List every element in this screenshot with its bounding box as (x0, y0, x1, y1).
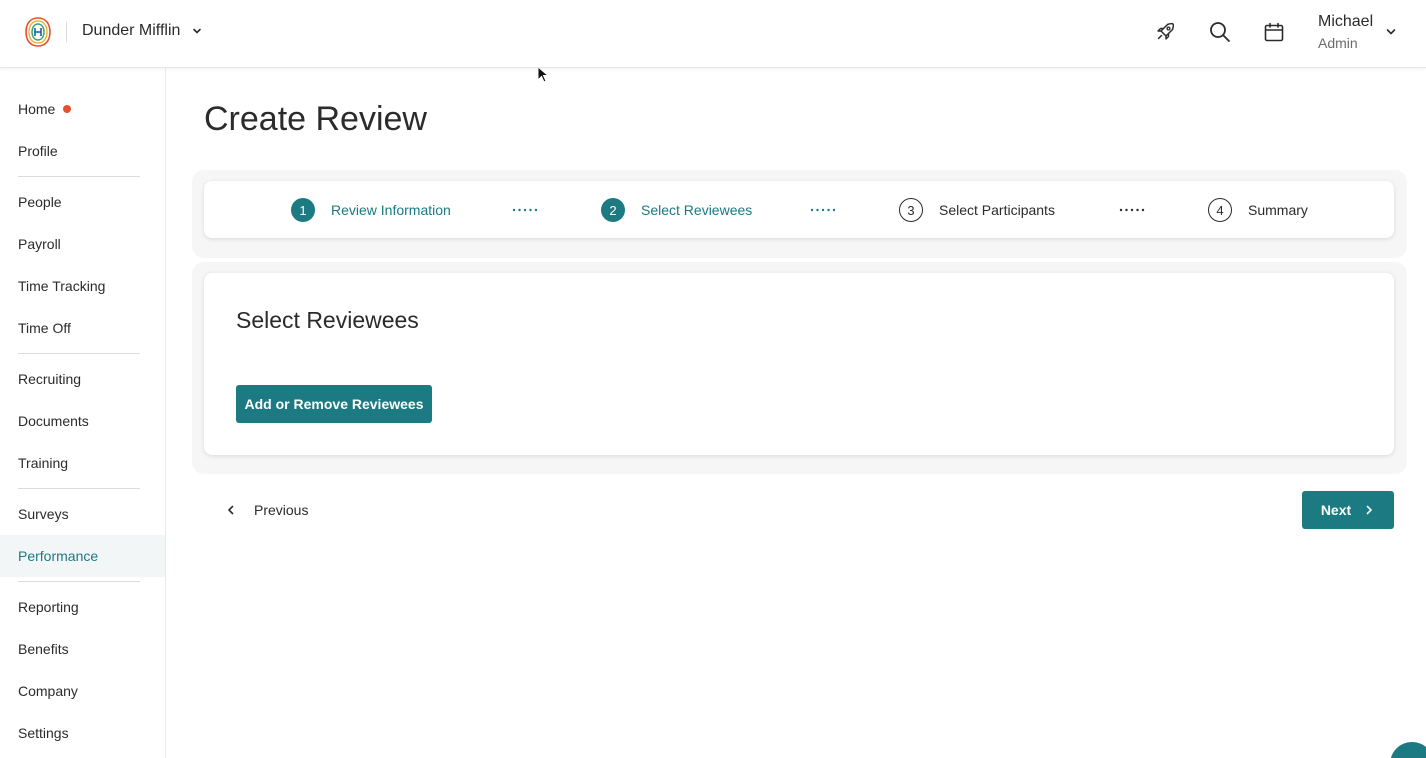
top-header: Dunder Mifflin Michael Admin (0, 0, 1426, 68)
sidebar-item-people[interactable]: People (0, 181, 165, 223)
sidebar-divider (18, 488, 140, 489)
step-connector-dots (512, 208, 538, 212)
sidebar-item-profile[interactable]: Profile (0, 130, 165, 172)
help-chat-button[interactable] (1390, 742, 1426, 758)
step-label: Select Reviewees (641, 202, 753, 218)
page-title: Create Review (204, 100, 427, 138)
search-icon[interactable] (1208, 20, 1232, 44)
sidebar-item-benefits[interactable]: Benefits (0, 628, 165, 670)
sidebar-item-label: Surveys (18, 506, 69, 522)
sidebar-item-reporting[interactable]: Reporting (0, 586, 165, 628)
company-logo-icon[interactable] (24, 16, 52, 48)
add-remove-reviewees-button[interactable]: Add or Remove Reviewees (236, 385, 432, 423)
step-number: 4 (1208, 198, 1232, 222)
step-select-participants[interactable]: 3 Select Participants (899, 198, 1055, 222)
sidebar-item-recruiting[interactable]: Recruiting (0, 358, 165, 400)
notification-dot (63, 105, 72, 113)
select-reviewees-card: Select Reviewees Add or Remove Reviewees (204, 273, 1394, 455)
sidebar-nav: Home Profile People Payroll Time Trackin… (0, 68, 166, 758)
review-stepper: 1 Review Information 2 Select Reviewees … (204, 181, 1394, 238)
user-menu[interactable]: Michael Admin (1318, 13, 1373, 52)
sidebar-item-label: Time Tracking (18, 278, 106, 294)
sidebar-item-label: Company (18, 683, 78, 699)
sidebar-item-home[interactable]: Home (0, 88, 165, 130)
sidebar-item-company[interactable]: Company (0, 670, 165, 712)
sidebar-item-performance[interactable]: Performance (0, 535, 165, 577)
user-name: Michael (1318, 13, 1374, 30)
sidebar-item-label: Profile (18, 143, 58, 159)
next-label: Next (1320, 502, 1352, 518)
sidebar-item-settings[interactable]: Settings (0, 712, 165, 754)
step-label: Select Participants (939, 202, 1055, 218)
step-number: 1 (291, 198, 315, 222)
company-name: Dunder Mifflin (82, 22, 181, 39)
user-role: Admin (1318, 35, 1358, 51)
step-select-reviewees[interactable]: 2 Select Reviewees (601, 198, 752, 222)
sidebar-item-label: Recruiting (18, 371, 82, 387)
step-summary[interactable]: 4 Summary (1208, 198, 1308, 222)
step-connector-dots (1119, 208, 1145, 212)
rocket-icon[interactable] (1153, 20, 1177, 44)
card-title: Select Reviewees (236, 307, 419, 333)
sidebar-item-time-tracking[interactable]: Time Tracking (0, 265, 165, 307)
sidebar-item-label: People (18, 194, 62, 210)
chevron-right-icon (1366, 505, 1373, 515)
step-number: 2 (601, 198, 625, 222)
sidebar-item-time-off[interactable]: Time Off (0, 307, 165, 349)
sidebar-item-payroll[interactable]: Payroll (0, 223, 165, 265)
sidebar-item-documents[interactable]: Documents (0, 400, 165, 442)
sidebar-item-label: Performance (18, 548, 99, 564)
company-switcher[interactable]: Dunder Mifflin (82, 22, 202, 40)
sidebar-item-label: Benefits (18, 641, 69, 657)
sidebar-item-label: Payroll (18, 236, 61, 252)
calendar-icon[interactable] (1262, 20, 1286, 44)
sidebar-item-training[interactable]: Training (0, 442, 165, 484)
step-review-information[interactable]: 1 Review Information (291, 198, 451, 222)
sidebar-item-label: Documents (18, 413, 89, 429)
step-label: Review Information (331, 202, 451, 218)
sidebar-divider (18, 581, 140, 582)
sidebar-item-label: Time Off (18, 320, 71, 336)
next-button[interactable]: Next (1302, 491, 1394, 529)
step-label: Summary (1248, 202, 1308, 218)
sidebar-divider (18, 176, 140, 177)
sidebar-item-label: Training (18, 455, 69, 471)
header-divider (66, 22, 67, 42)
sidebar-item-surveys[interactable]: Surveys (0, 493, 165, 535)
chevron-down-icon (193, 28, 202, 34)
chevron-down-icon[interactable] (1385, 27, 1397, 37)
step-connector-dots (810, 208, 836, 212)
sidebar-item-label: Settings (18, 725, 69, 741)
mouse-cursor-icon (537, 66, 549, 83)
previous-button[interactable]: Previous (224, 497, 308, 523)
sidebar-divider (18, 353, 140, 354)
sidebar-item-label: Reporting (18, 599, 79, 615)
sidebar-item-label: Home (18, 101, 56, 117)
step-number: 3 (899, 198, 923, 222)
chevron-left-icon (227, 505, 234, 515)
previous-label: Previous (254, 502, 309, 518)
